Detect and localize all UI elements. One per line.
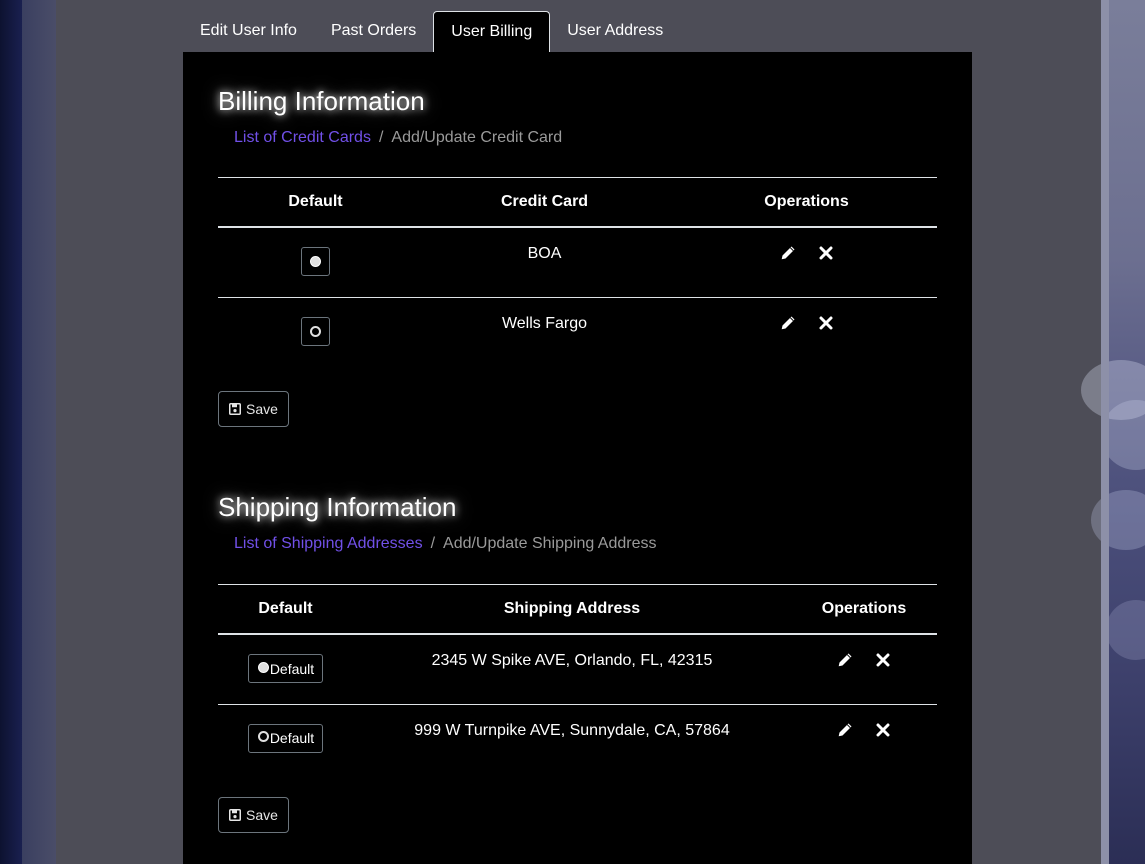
pencil-icon[interactable] [780, 315, 796, 331]
close-icon[interactable] [818, 245, 834, 261]
pencil-icon[interactable] [780, 245, 796, 261]
floppy-disk-icon [229, 809, 242, 821]
credit-card-name: Wells Fargo [501, 314, 588, 332]
billing-title: Billing Information [218, 86, 425, 116]
default-radio-label: Default [269, 660, 315, 677]
background-left-strip [22, 0, 56, 864]
background-right-strip [1101, 0, 1109, 864]
tab-user-address[interactable]: User Address [550, 11, 680, 51]
save-shipping-label: Save [246, 807, 278, 823]
breadcrumb-current: Add/Update Shipping Address [443, 535, 657, 552]
radio-unchecked-icon [257, 731, 269, 742]
close-icon[interactable] [875, 722, 891, 738]
column-header-default: Default [218, 584, 353, 635]
floppy-disk-icon [229, 403, 242, 415]
default-address-radio[interactable]: Default [247, 654, 324, 683]
column-header-operations: Operations [791, 584, 937, 635]
breadcrumb-credit-cards-link[interactable]: List of Credit Cards [234, 129, 371, 147]
breadcrumb-separator: / [378, 129, 384, 146]
shipping-title: Shipping Information [218, 492, 457, 522]
credit-card-table: Default Credit Card Operations BOA Wells… [218, 177, 937, 367]
table-row: Default 2345 W Spike AVE, Orlando, FL, 4… [218, 634, 937, 705]
save-billing-label: Save [246, 401, 278, 417]
close-icon[interactable] [818, 315, 834, 331]
billing-breadcrumb: List of Credit Cards / Add/Update Credit… [234, 129, 562, 147]
table-header-row: Default Shipping Address Operations [218, 584, 937, 635]
table-row: Default 999 W Turnpike AVE, Sunnydale, C… [218, 704, 937, 774]
column-header-default: Default [218, 177, 413, 228]
tab-bar: Edit User Info Past Orders User Billing … [183, 11, 680, 52]
billing-panel: Billing Information List of Credit Cards… [183, 52, 972, 864]
column-header-operations: Operations [676, 177, 937, 228]
close-icon[interactable] [875, 652, 891, 668]
tab-user-billing[interactable]: User Billing [433, 11, 551, 52]
breadcrumb-current: Add/Update Credit Card [391, 129, 563, 146]
table-row: BOA [218, 227, 937, 298]
radio-unchecked-icon [310, 325, 321, 337]
default-address-radio[interactable]: Default [247, 723, 324, 753]
column-header-credit-card: Credit Card [413, 177, 676, 228]
radio-checked-icon [257, 661, 269, 673]
save-billing-button[interactable]: Save [218, 391, 289, 427]
shipping-address-text: 999 W Turnpike AVE, Sunnydale, CA, 57864 [414, 721, 730, 739]
save-shipping-button[interactable]: Save [218, 797, 289, 833]
table-row: Wells Fargo [218, 297, 937, 367]
shipping-breadcrumb: List of Shipping Addresses / Add/Update … [234, 535, 657, 553]
column-header-shipping-address: Shipping Address [353, 584, 791, 635]
table-header-row: Default Credit Card Operations [218, 177, 937, 228]
pencil-icon[interactable] [837, 652, 853, 668]
shipping-address-table: Default Shipping Address Operations Defa… [218, 584, 937, 774]
radio-checked-icon [310, 256, 321, 267]
breadcrumb-shipping-addresses-link[interactable]: List of Shipping Addresses [234, 535, 423, 553]
shipping-address-text: 2345 W Spike AVE, Orlando, FL, 42315 [353, 634, 791, 705]
breadcrumb-separator: / [430, 535, 436, 552]
credit-card-name: BOA [413, 227, 676, 298]
default-card-radio[interactable] [301, 247, 330, 276]
default-card-radio[interactable] [301, 316, 330, 346]
default-radio-label: Default [269, 730, 315, 746]
tab-past-orders[interactable]: Past Orders [314, 11, 433, 51]
pencil-icon[interactable] [837, 722, 853, 738]
tab-edit-user-info[interactable]: Edit User Info [183, 11, 314, 51]
